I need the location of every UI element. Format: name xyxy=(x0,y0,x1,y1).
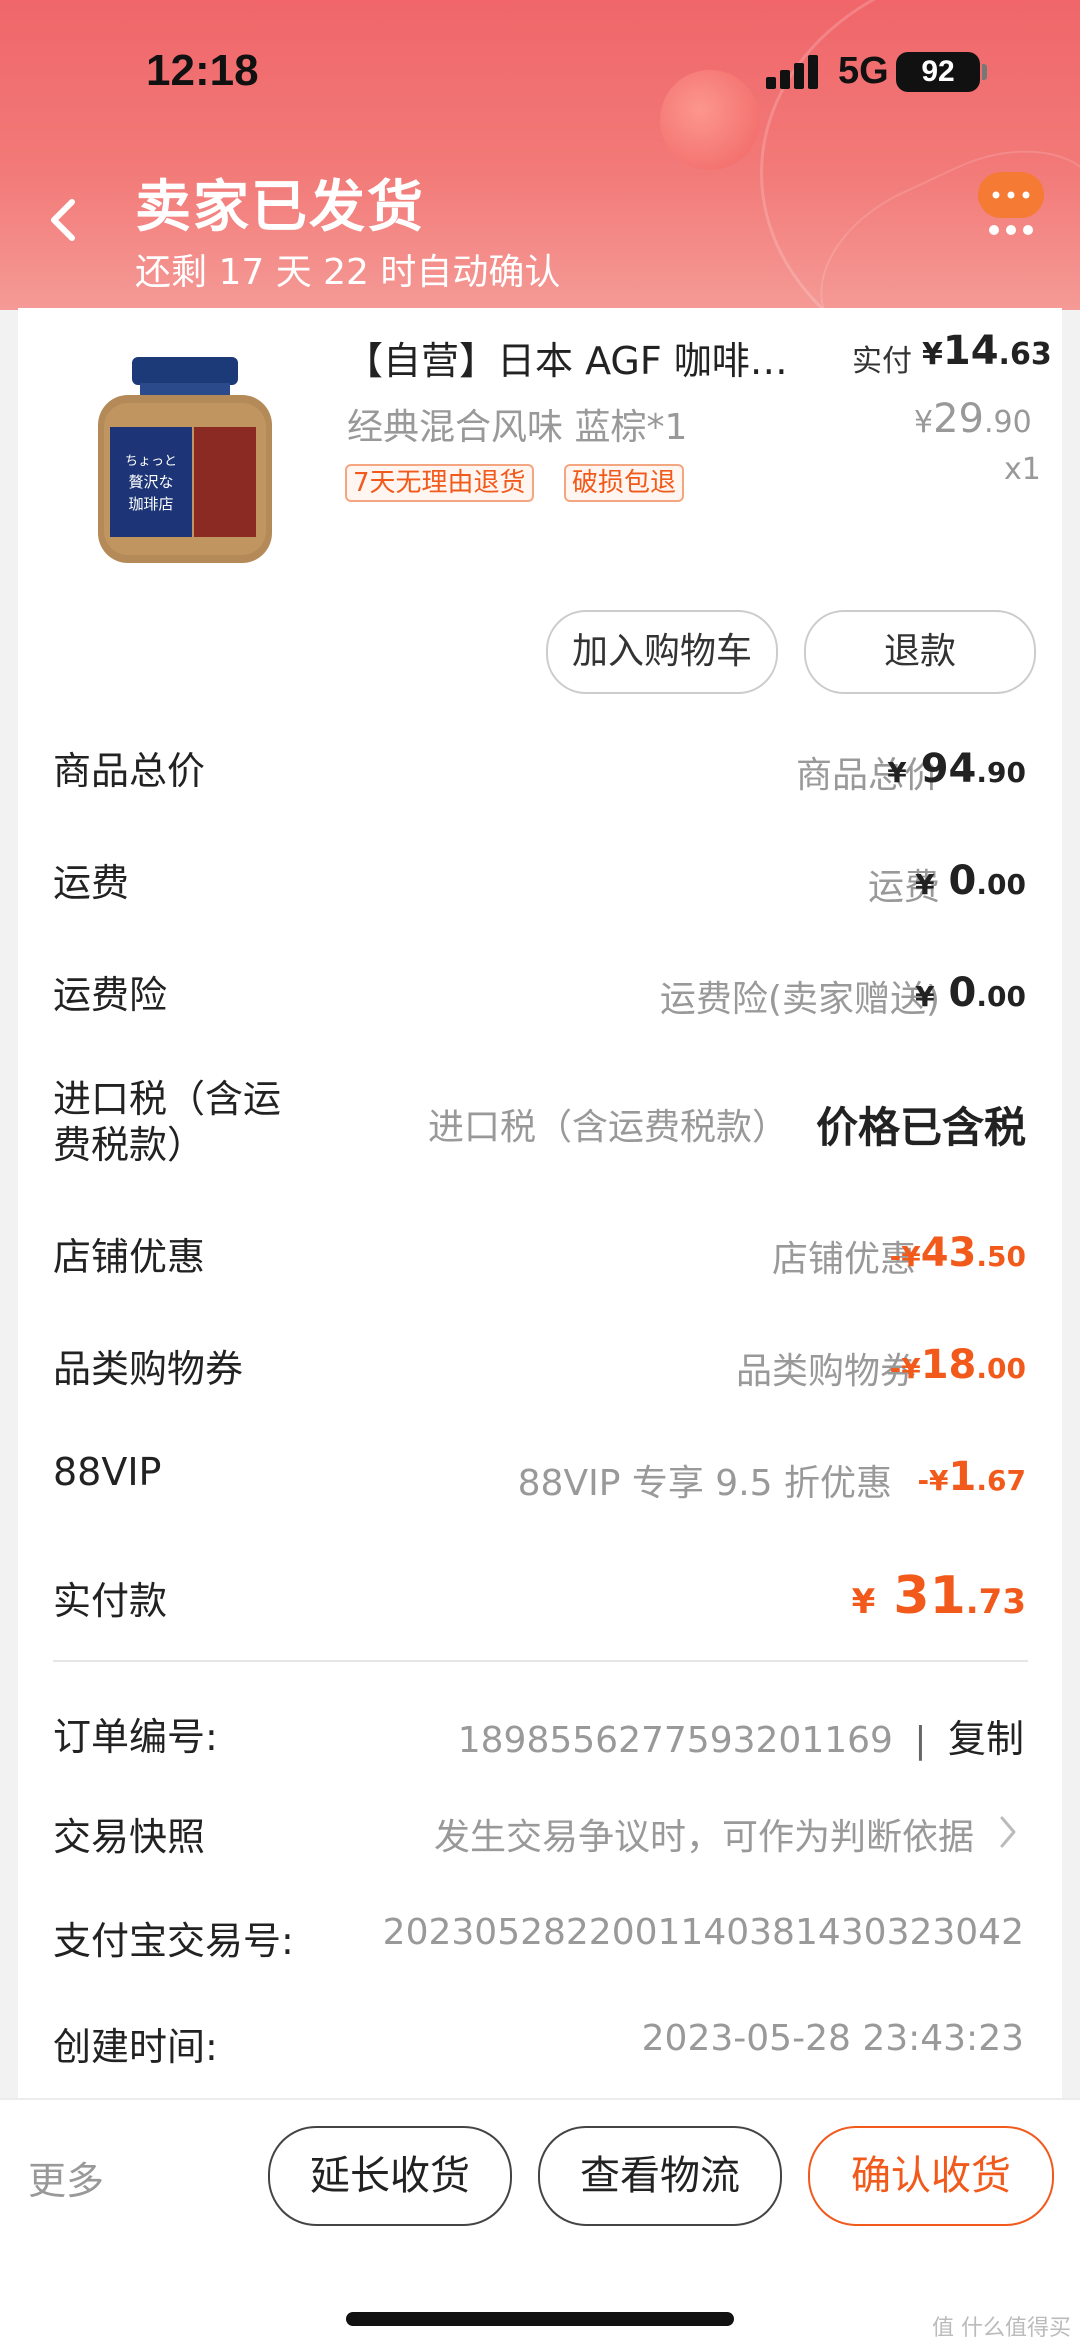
category-coupon-value: -¥18.00 xyxy=(889,1342,1026,1388)
network-label: 5G xyxy=(838,50,889,92)
import-tax-value: 价格已含税 xyxy=(815,1103,1026,1152)
back-button[interactable] xyxy=(36,190,96,250)
alipay-number: 2023052822001140381430323042 xyxy=(382,1912,1024,1953)
coffee-jar-image: ちょっと 贅沢な 珈琲店 xyxy=(98,357,272,563)
original-price: ¥29.90 xyxy=(914,396,1032,442)
divider xyxy=(53,1660,1028,1662)
chevron-left-icon xyxy=(51,199,75,241)
chevron-right-icon xyxy=(1000,1816,1016,1848)
shipping-insurance-desc: 运费险(卖家赠送) xyxy=(659,979,940,1020)
more-actions-link[interactable]: 更多 xyxy=(28,2150,104,2205)
import-tax-desc: 进口税（含运费税款） xyxy=(427,1107,788,1148)
category-coupon-label: 品类购物券 xyxy=(53,1347,244,1391)
paid-price: ¥14.63 xyxy=(922,328,1052,374)
auto-confirm-countdown: 还剩 17 天 22 时自动确认 xyxy=(135,252,561,293)
copy-order-number-button[interactable]: 复制 xyxy=(948,1717,1024,1761)
extend-receipt-button[interactable]: 延长收货 xyxy=(268,2126,512,2226)
svg-text:贅沢な: 贅沢な xyxy=(128,473,173,491)
vip-discount-value: -¥1.67 xyxy=(917,1454,1026,1500)
page-title: 卖家已发货 xyxy=(135,175,425,240)
battery-tip xyxy=(982,64,987,80)
separator: | xyxy=(914,1720,927,1761)
more-menu-button[interactable] xyxy=(976,170,1046,240)
subtotal-value: ¥ 94.90 xyxy=(887,746,1026,792)
tag-7day-return: 7天无理由退货 xyxy=(345,464,534,502)
shipping-label: 运费 xyxy=(53,861,130,905)
product-variant: 经典混合风味 蓝棕*1 xyxy=(347,407,688,448)
order-number-row: 1898556277593201169 | 复制 xyxy=(458,1708,1024,1763)
svg-text:珈琲店: 珈琲店 xyxy=(128,495,173,513)
store-discount-value: -¥43.50 xyxy=(889,1230,1026,1276)
view-logistics-button[interactable]: 查看物流 xyxy=(538,2126,782,2226)
alipay-number-label: 支付宝交易号: xyxy=(53,1919,294,1963)
watermark: 值 什么值得买 xyxy=(932,2316,1071,2341)
battery-icon: 92 xyxy=(896,52,980,92)
created-time: 2023-05-28 23:43:23 xyxy=(641,2018,1024,2059)
tag-damage-return: 破损包退 xyxy=(564,464,685,502)
product-name[interactable]: 【自营】日本 AGF 咖啡… xyxy=(345,330,788,385)
vip-discount-label: 88VIP xyxy=(53,1450,162,1494)
import-tax-label: 进口税（含运 费税款） xyxy=(53,1077,282,1167)
total-paid-label: 实付款 xyxy=(53,1579,168,1623)
status-time: 12:18 xyxy=(146,46,259,95)
confirm-receipt-button[interactable]: 确认收货 xyxy=(808,2126,1054,2226)
total-paid-value: ¥ 31.73 xyxy=(851,1566,1026,1626)
snapshot-label: 交易快照 xyxy=(53,1815,206,1859)
snapshot-link[interactable]: 发生交易争议时，可作为判断依据 xyxy=(434,1808,974,1860)
subtotal-label: 商品总价 xyxy=(53,749,206,793)
svg-text:ちょっと: ちょっと xyxy=(125,454,177,469)
shipping-value: ¥ 0.00 xyxy=(915,858,1026,904)
shipping-insurance-label: 运费险 xyxy=(53,973,168,1017)
store-discount-label: 店铺优惠 xyxy=(53,1235,206,1279)
home-indicator[interactable] xyxy=(346,2312,734,2326)
paid-label: 实付 xyxy=(852,344,912,379)
quantity: x1 xyxy=(1004,452,1041,487)
order-number-label: 订单编号: xyxy=(53,1715,218,1759)
created-time-label: 创建时间: xyxy=(53,2025,218,2069)
product-image[interactable]: ちょっと 贅沢な 珈琲店 xyxy=(90,345,280,570)
chat-more-icon xyxy=(978,172,1044,235)
add-to-cart-button[interactable]: 加入购物车 xyxy=(546,610,778,694)
signal-icon xyxy=(766,55,822,89)
vip-discount-desc: 88VIP 专享 9.5 折优惠 xyxy=(517,1463,892,1504)
order-number: 1898556277593201169 xyxy=(457,1720,893,1761)
shipping-insurance-value: ¥ 0.00 xyxy=(915,970,1026,1016)
refund-button[interactable]: 退款 xyxy=(804,610,1036,694)
header-decoration-ball xyxy=(660,70,760,170)
